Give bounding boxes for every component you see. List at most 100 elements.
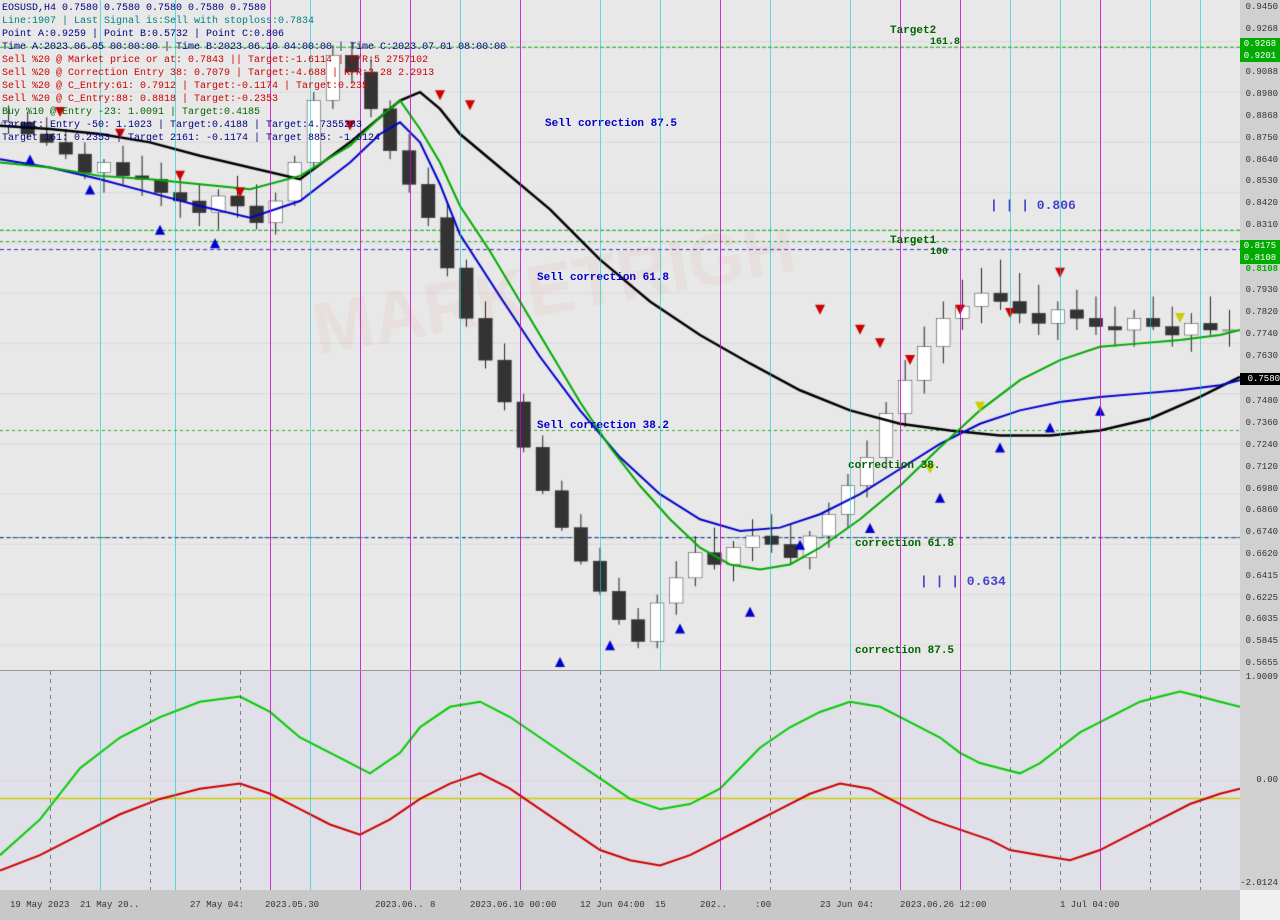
time-label-0: 19 May 2023 [10,900,69,910]
price-9: 0.8420 [1240,198,1280,208]
price-21: 0.6980 [1240,484,1280,494]
price-highlight-8175: 0.8175 [1240,240,1280,252]
ind-vline-2 [360,671,361,890]
price-6: 0.8750 [1240,133,1280,143]
price-18: 0.7360 [1240,418,1280,428]
cyan-line-12 [1200,0,1201,670]
price-24: 0.6620 [1240,549,1280,559]
ind-vline-6 [900,671,901,890]
time-label-1: 21 May 20.. [80,900,139,910]
price-current: 0.7580 [1240,373,1280,385]
cyan-line-9 [1010,0,1011,670]
time-label-7: 12 Jun 04:00 [580,900,645,910]
price-1: 0.9268 [1240,24,1280,34]
indicator-chart: Profit-Signal | Modified By FSB3 341-Sig… [0,670,1240,890]
price-highlight-8108: 0.8108 [1240,252,1280,264]
price-28: 0.5845 [1240,636,1280,646]
header-line-3: Point A:0.9259 | Point B:0.5732 | Point … [2,28,506,41]
cyan-line-11 [1150,0,1151,670]
ind-dashed-7 [850,671,851,890]
price-13: 0.7930 [1240,285,1280,295]
header-line-4: Time A:2023.06.05 00:00:00 | Time B:2023… [2,41,506,54]
ind-vline-1 [270,671,271,890]
price-10: 0.8310 [1240,220,1280,230]
price-16: 0.7630 [1240,351,1280,361]
ind-price-bottom: -2.0124 [1240,878,1280,888]
time-label-11: 23 Jun 04: [820,900,874,910]
header-line-5: Sell %20 @ Market price or at: 0.7843 ||… [2,54,506,67]
price-5: 0.8868 [1240,111,1280,121]
price-4: 0.8980 [1240,89,1280,99]
ind-price-top: 1.9009 [1240,672,1280,682]
header-line-2: Line:1907 | Last Signal is:Sell with sto… [2,15,506,28]
cyan-line-5 [600,0,601,670]
header-line-10: Target: Entry -50: 1.1023 | Target:0.418… [2,119,506,132]
vertical-line-8 [1100,0,1101,670]
price-12: 0.8108 [1240,264,1280,274]
time-label-10: :00 [755,900,771,910]
ind-price-mid: 0.00 [1240,775,1280,785]
time-label-3: 2023.05.30 [265,900,319,910]
time-label-4: 2023.06.. [375,900,424,910]
ind-cyan-1 [100,671,101,890]
indicator-price-axis: 1.9009 0.00 -2.0124 [1240,670,1280,890]
price-26: 0.6225 [1240,593,1280,603]
price-20: 0.7120 [1240,462,1280,472]
time-label-12: 2023.06.26 12:00 [900,900,986,910]
ind-cyan-2 [175,671,176,890]
vertical-line-4 [520,0,521,670]
time-label-6: 2023.06.10 00:00 [470,900,556,910]
header-line-11: Target 161: 0.2353 | Target 2161: -0.117… [2,132,506,145]
time-axis: 19 May 2023 21 May 20.. 27 May 04: 2023.… [0,890,1240,920]
price-highlight-9268: 0.9268 [1240,38,1280,50]
vertical-line-5 [720,0,721,670]
ind-dashed-5 [600,671,601,890]
header-line-1: EOSUSD,H4 0.7580 0.7580 0.7580 0.7580 0.… [2,2,506,15]
price-0: 0.9450 [1240,2,1280,12]
ind-vline-4 [520,671,521,890]
ind-dashed-1 [50,671,51,890]
vertical-line-7 [960,0,961,670]
price-27: 0.6035 [1240,614,1280,624]
price-29: 0.5655 [1240,658,1280,668]
price-15: 0.7740 [1240,329,1280,339]
ind-dashed-10 [1150,671,1151,890]
price-highlight-9201: 0.9201 [1240,50,1280,62]
cyan-line-7 [770,0,771,670]
indicator-chart-canvas [0,671,1240,890]
cyan-line-6 [660,0,661,670]
ind-dashed-4 [460,671,461,890]
price-8: 0.8530 [1240,176,1280,186]
ind-dashed-9 [1060,671,1061,890]
header-line-6: Sell %20 @ Correction Entry 38: 0.7079 |… [2,67,506,80]
time-label-8: 15 [655,900,666,910]
cyan-line-8 [850,0,851,670]
vertical-line-6 [900,0,901,670]
cyan-line-10 [1060,0,1061,670]
price-22: 0.6860 [1240,505,1280,515]
ind-dashed-11 [1200,671,1201,890]
price-17: 0.7480 [1240,396,1280,406]
header-line-7: Sell %20 @ C_Entry:61: 0.7912 | Target:-… [2,80,506,93]
price-19: 0.7240 [1240,440,1280,450]
header-info: EOSUSD,H4 0.7580 0.7580 0.7580 0.7580 0.… [2,2,506,145]
ind-vline-7 [960,671,961,890]
ind-vline-5 [720,671,721,890]
main-chart: MARKETRIGHT Sell correction 87.5 Sell co… [0,0,1240,670]
header-line-9: Buy %10 @ Entry -23: 1.0091 | Target:0.4… [2,106,506,119]
ind-cyan-3 [310,671,311,890]
time-label-9: 202.. [700,900,727,910]
time-label-13: 1 Jul 04:00 [1060,900,1119,910]
ind-vline-3 [410,671,411,890]
price-axis: 0.9450 0.9268 0.9201 0.9088 0.8980 0.886… [1240,0,1280,670]
ind-dashed-2 [150,671,151,890]
ind-vline-8 [1100,671,1101,890]
price-7: 0.8640 [1240,155,1280,165]
price-3: 0.9088 [1240,67,1280,77]
ind-dashed-6 [770,671,771,890]
time-label-5: 8 [430,900,435,910]
ind-dashed-8 [1010,671,1011,890]
price-25: 0.6415 [1240,571,1280,581]
chart-container: MARKETRIGHT Sell correction 87.5 Sell co… [0,0,1280,920]
ind-dashed-3 [240,671,241,890]
